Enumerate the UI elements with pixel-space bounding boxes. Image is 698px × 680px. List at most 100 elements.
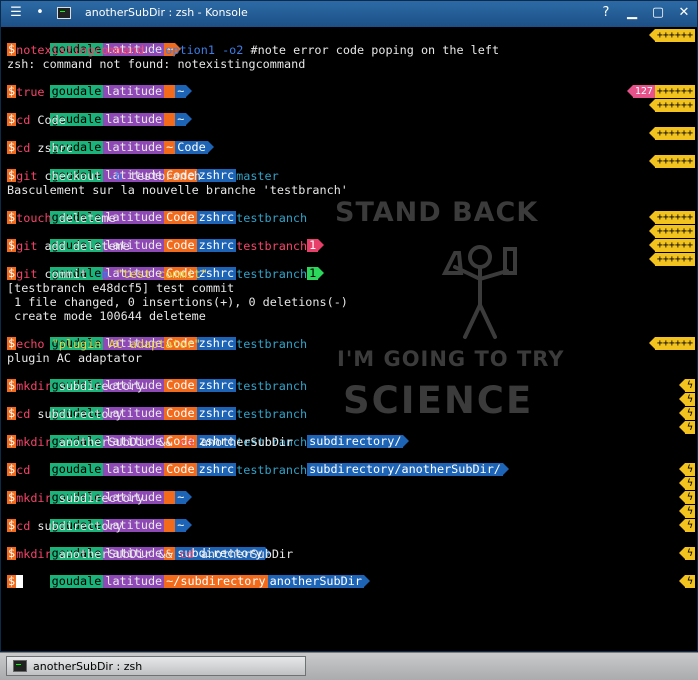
cmd-args: zshrc [30,141,73,155]
command-line: $cd Code [7,113,695,127]
command-line: $mkdir anotherSubDir && cd anotherSubDir [7,435,695,449]
cmd-name: cd [179,435,194,449]
cmd-string: "test commit" [108,267,208,281]
exit-code-badge: 127 [632,85,655,98]
dollar-sign: $ [7,336,17,350]
terminal-area[interactable]: STAND BACK I'M GOING TO TRY SCIENCE goud… [7,29,695,649]
cmd-name: cd [16,463,31,477]
dollar-sign: $ [7,406,17,420]
prompt-line: goudale latitude ~ ++++++ [7,99,695,126]
window-title: anotherSubDir : zsh - Konsole [85,6,248,19]
dollar-sign: $ [7,42,17,56]
konsole-app-icon [57,6,71,19]
output-line: Basculement sur la nouvelle branche 'tes… [7,183,348,197]
dollar-sign: $ [7,84,17,98]
cmd-args: anotherSubDir [193,435,294,449]
cmd-args: testbranch [122,169,201,183]
prompt-line: goudale latitude ~ Code ++++++ [7,127,695,154]
close-button[interactable]: ✕ [677,5,691,20]
command-line: $git commit -m "test commit" [7,267,695,281]
prompt-line: goudale latitude Code zshrc testbranch [7,365,695,393]
cmd-args: add deleteme [37,239,130,253]
konsole-window: ☰ • anotherSubDir : zsh - Konsole ? ▁ ▢ … [0,0,698,652]
cmd-flag: -b [108,169,123,183]
dollar-sign: $ [7,574,17,588]
dollar-sign: $ [7,378,17,392]
output-line: create mode 100644 deleteme [7,309,206,323]
lightning-icon: ϟ [684,519,695,532]
cmd-name: git [16,169,38,183]
rprompt-flags: ++++++ [654,253,695,266]
prompt-line: goudale latitude ~ ϟ [7,477,695,504]
taskbar: anotherSubDir : zsh [0,652,698,680]
taskbar-item-label: anotherSubDir : zsh [33,659,143,673]
lightning-icon: ϟ [684,491,695,504]
help-button[interactable]: ? [599,5,613,20]
dollar-sign: $ [7,210,17,224]
cmd-name: mkdir [16,435,52,449]
cmd-args: commit [37,267,95,281]
cmd-name: mkdir [16,491,52,505]
command-line: $notexistingcommand --option1 -o2 #note … [7,43,695,57]
output-line: plugin AC adaptator [7,351,142,365]
output-line: [testbranch e48dcf5] test commit [7,281,235,295]
command-line: $cd ϟ [7,463,695,477]
cmd-name: cd [16,519,31,533]
prompt-line: goudale latitude Code zshrc testbranch ϟ [7,393,695,421]
lightning-icon: ϟ [684,407,695,420]
maximize-button[interactable]: ▢ [651,5,665,20]
prompt-line: goudale latitude ~ subdirectory [7,533,695,560]
dollar-sign: $ [7,462,17,476]
command-line: $true 127 ++++++ [7,85,695,99]
pin-icon[interactable]: • [33,5,47,20]
lightning-icon: ϟ [684,393,695,406]
minimize-button[interactable]: ▁ [625,5,639,20]
lightning-icon: ϟ [684,477,695,490]
cmd-args: checkout [37,169,109,183]
prompt-line: goudale latitude ~ ϟ [7,505,695,532]
cmd-name: mkdir [16,547,52,561]
cmd-name: git [16,267,38,281]
rprompt-flags: ++++++ [654,29,695,42]
cmd-args: deleteme [51,211,116,225]
dollar-sign: $ [7,140,17,154]
prompt-line: goudale latitude Code zshrc testbranch 1 ++++… [7,225,695,253]
prompt-line: goudale latitude Code zshrc testbranch [7,323,695,351]
cmd-name: cd [179,547,194,561]
prompt-line: goudale latitude ~ ++++++ [7,29,695,56]
command-line: $cd subdirectory ϟ [7,519,695,533]
command-line: $mkdir subdirectory ϟ [7,379,695,393]
cmd-comment: #note error code poping on the left [250,43,500,57]
command-line: $mkdir anotherSubDir && cd anotherSubDir… [7,547,695,561]
dollar-sign: $ [7,434,17,448]
rprompt-flags: ++++++ [654,155,695,168]
command-line: $git add deleteme ++++++ [7,239,695,253]
cmd-name: notexistingcommand [16,43,144,57]
lightning-icon: ϟ [684,379,695,392]
command-line: $touch deleteme ++++++ [7,211,695,225]
prompt-line: goudale latitude ~ [7,71,695,98]
output-line: 1 file changed, 0 insertions(+), 0 delet… [7,295,348,309]
rprompt-flags: ++++++ [654,225,695,238]
lightning-icon: ϟ [684,547,695,560]
dollar-sign: $ [7,168,17,182]
cmd-string: "plugin AC adaptator" [44,337,201,351]
dollar-sign: $ [7,238,17,252]
cmd-args: anotherSubDir [193,547,294,561]
lightning-icon: ϟ [684,463,695,476]
prompt-line: goudale latitude Code zshrc master ++++++ [7,155,695,183]
terminal-icon [13,660,27,672]
dollar-sign: $ [7,490,17,504]
cmd-name: git [16,239,38,253]
taskbar-konsole-item[interactable]: anotherSubDir : zsh [6,656,306,676]
cmd-args: subdirectory [30,519,123,533]
dollar-sign: $ [7,266,17,280]
command-line: $cd zshrc [7,141,695,155]
cmd-args: subdirectory [51,379,144,393]
rprompt-flags: ++++++ [654,85,695,98]
command-line: $git checkout -b testbranch [7,169,695,183]
cmd-args: subdirectory [51,491,144,505]
cmd-args: subdirectory [30,407,123,421]
command-line-active[interactable]: $ ϟ [7,575,695,589]
menu-icon[interactable]: ☰ [9,5,23,20]
